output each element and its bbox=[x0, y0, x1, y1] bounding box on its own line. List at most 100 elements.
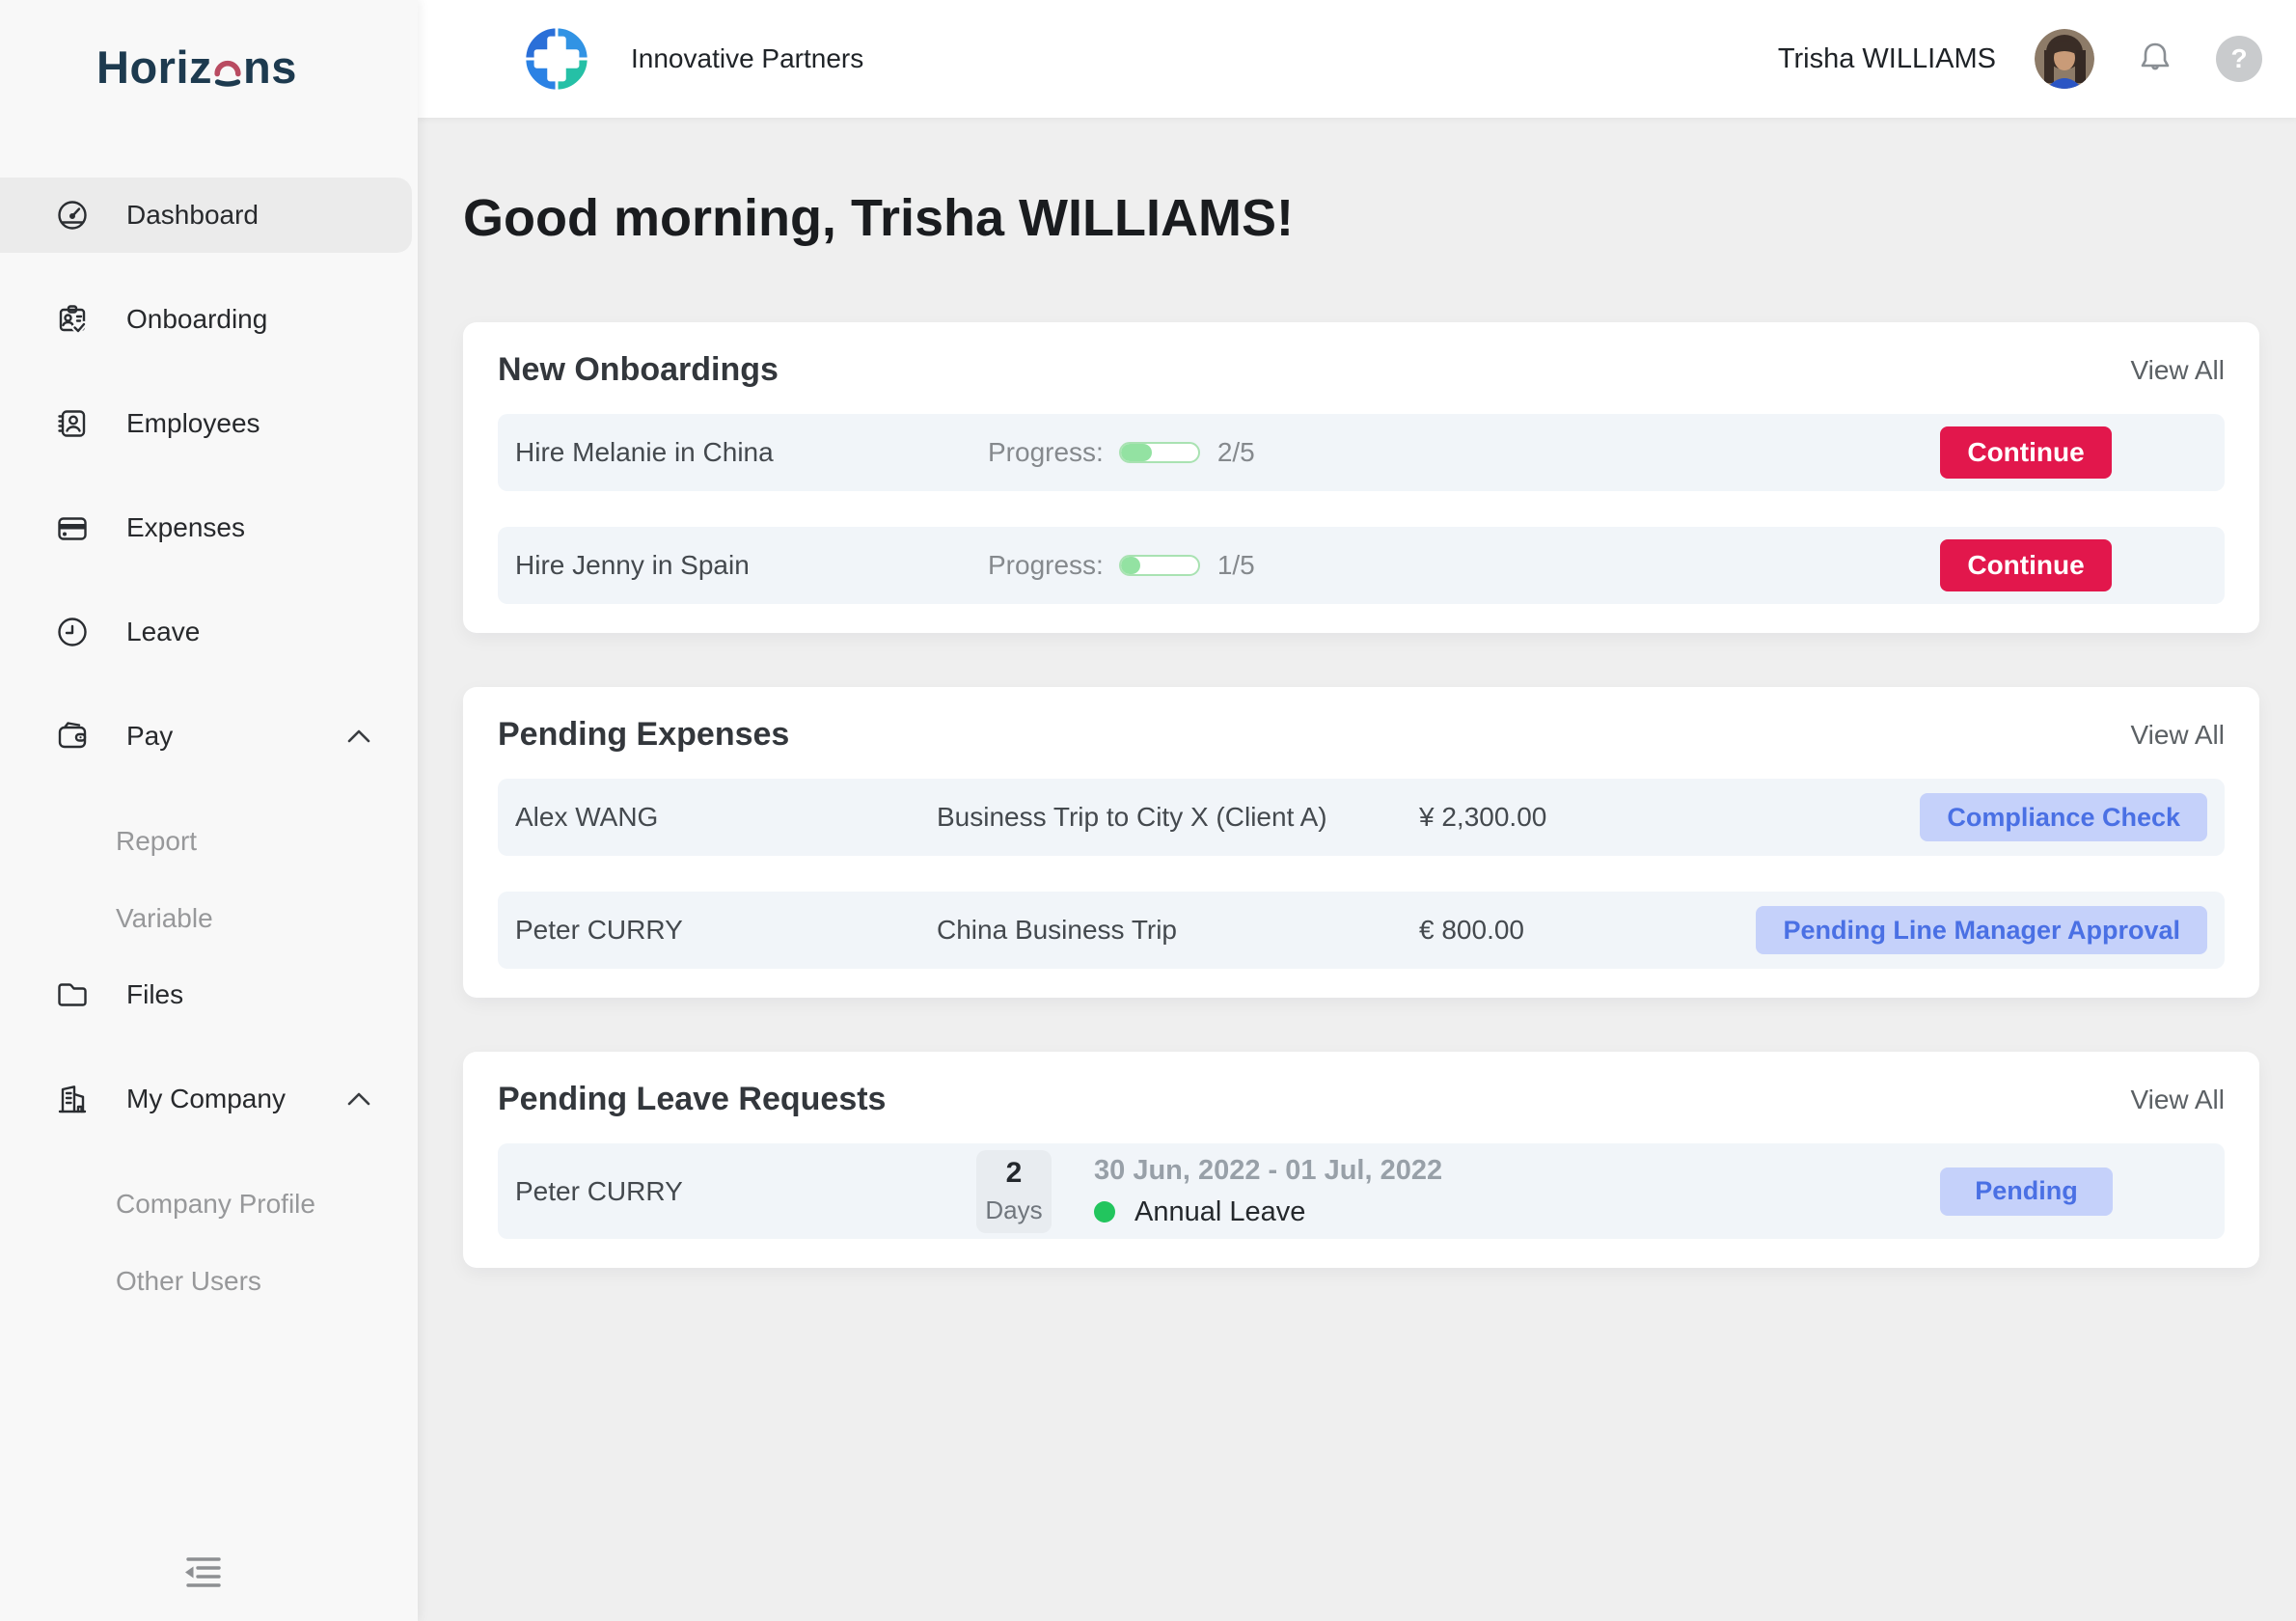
sidebar-item-label: Expenses bbox=[126, 512, 245, 543]
expense-status-badge[interactable]: Pending Line Manager Approval bbox=[1756, 906, 2207, 954]
progress-group: Progress: 1/5 bbox=[988, 550, 1940, 581]
user-name: Trisha WILLIAMS bbox=[1778, 43, 1996, 75]
progress-bar-fill bbox=[1121, 444, 1152, 461]
sidebar-item-pay[interactable]: Pay bbox=[0, 699, 418, 774]
pending-leave-card: Pending Leave Requests View All Peter CU… bbox=[463, 1052, 2259, 1268]
leave-type-label: Annual Leave bbox=[1134, 1196, 1305, 1228]
onboarding-row: Hire Melanie in China Progress: 2/5 Cont… bbox=[498, 414, 2225, 491]
top-bar: Innovative Partners Trisha WILLIAMS bbox=[418, 0, 2296, 118]
progress-label: Progress: bbox=[988, 550, 1104, 581]
progress-bar bbox=[1119, 442, 1200, 463]
company-block: Innovative Partners bbox=[519, 21, 863, 96]
chevron-up-icon bbox=[346, 1091, 371, 1107]
sidebar-item-label: Onboarding bbox=[126, 304, 267, 335]
horizons-logo: Horiz ns bbox=[0, 0, 418, 94]
new-onboardings-card: New Onboardings View All Hire Melanie in… bbox=[463, 322, 2259, 633]
progress-bar bbox=[1119, 555, 1200, 576]
sidebar-item-employees[interactable]: Employees bbox=[0, 386, 418, 461]
progress-fraction: 1/5 bbox=[1217, 550, 1255, 581]
progress-bar-fill bbox=[1121, 557, 1140, 574]
leave-type-dot-icon bbox=[1094, 1201, 1115, 1223]
chevron-up-icon bbox=[346, 728, 371, 744]
sidebar-subitem-variable[interactable]: Variable bbox=[0, 880, 418, 957]
contacts-icon bbox=[53, 404, 92, 443]
view-all-link[interactable]: View All bbox=[2130, 1085, 2225, 1115]
wallet-icon bbox=[53, 717, 92, 756]
continue-button[interactable]: Continue bbox=[1940, 539, 2112, 591]
expense-description: China Business Trip bbox=[937, 915, 1419, 946]
progress-label: Progress: bbox=[988, 437, 1104, 468]
leave-details: 30 Jun, 2022 - 01 Jul, 2022 Annual Leave bbox=[1094, 1155, 1940, 1228]
notifications-bell-icon[interactable] bbox=[2133, 37, 2177, 81]
leave-type: Annual Leave bbox=[1094, 1196, 1940, 1228]
collapse-sidebar-button[interactable] bbox=[178, 1552, 229, 1594]
question-mark-icon: ? bbox=[2230, 43, 2247, 74]
sidebar-item-leave[interactable]: Leave bbox=[0, 594, 418, 670]
onboarding-name: Hire Melanie in China bbox=[515, 437, 988, 468]
sidebar-item-my-company[interactable]: My Company bbox=[0, 1061, 418, 1137]
card-header: Pending Leave Requests View All bbox=[498, 1052, 2225, 1143]
company-logo-icon bbox=[519, 21, 594, 96]
credit-card-icon bbox=[53, 508, 92, 547]
sidebar-item-files[interactable]: Files bbox=[0, 957, 418, 1032]
logo-text-post: ns bbox=[243, 41, 297, 94]
app: Horiz ns Dashboard bbox=[0, 0, 2296, 1621]
sidebar-item-label: Dashboard bbox=[126, 200, 259, 231]
expense-amount: ¥ 2,300.00 bbox=[1419, 802, 1920, 833]
continue-button[interactable]: Continue bbox=[1940, 426, 2112, 479]
sidebar-item-label: Employees bbox=[126, 408, 260, 439]
greeting-heading: Good morning, Trisha WILLIAMS! bbox=[463, 188, 2259, 248]
sidebar-nav: Dashboard Onboarding bbox=[0, 178, 418, 1320]
expense-row: Alex WANG Business Trip to City X (Clien… bbox=[498, 779, 2225, 856]
view-all-link[interactable]: View All bbox=[2130, 720, 2225, 751]
sidebar-item-expenses[interactable]: Expenses bbox=[0, 490, 418, 565]
leave-request-row: Peter CURRY 2 Days 30 Jun, 2022 - 01 Jul… bbox=[498, 1143, 2225, 1239]
logo-o-icon bbox=[213, 53, 242, 88]
content-area: Innovative Partners Trisha WILLIAMS bbox=[418, 0, 2296, 1621]
help-button[interactable]: ? bbox=[2216, 36, 2262, 82]
onboarding-row: Hire Jenny in Spain Progress: 1/5 Contin… bbox=[498, 527, 2225, 604]
onboarding-name: Hire Jenny in Spain bbox=[515, 550, 988, 581]
sidebar-item-dashboard[interactable]: Dashboard bbox=[0, 178, 412, 253]
leave-days-box: 2 Days bbox=[976, 1150, 1052, 1233]
sidebar-item-label: Files bbox=[126, 979, 183, 1010]
card-title: Pending Expenses bbox=[498, 716, 789, 754]
clock-icon bbox=[53, 613, 92, 651]
sidebar-item-label: Leave bbox=[126, 617, 200, 647]
sidebar-subitem-report[interactable]: Report bbox=[0, 803, 418, 880]
card-title: Pending Leave Requests bbox=[498, 1081, 886, 1118]
expense-status-badge[interactable]: Compliance Check bbox=[1920, 793, 2207, 841]
expense-employee: Alex WANG bbox=[515, 802, 937, 833]
folder-icon bbox=[53, 975, 92, 1014]
main-panel: Good morning, Trisha WILLIAMS! New Onboa… bbox=[418, 118, 2296, 1621]
leave-date-range: 30 Jun, 2022 - 01 Jul, 2022 bbox=[1094, 1155, 1940, 1187]
leave-status-badge[interactable]: Pending bbox=[1940, 1168, 2113, 1216]
speedometer-icon bbox=[53, 196, 92, 234]
card-header: Pending Expenses View All bbox=[498, 687, 2225, 779]
sidebar: Horiz ns Dashboard bbox=[0, 0, 418, 1621]
user-avatar[interactable] bbox=[2035, 29, 2094, 89]
sidebar-item-onboarding[interactable]: Onboarding bbox=[0, 282, 418, 357]
leave-employee: Peter CURRY bbox=[515, 1176, 976, 1207]
expense-description: Business Trip to City X (Client A) bbox=[937, 802, 1419, 833]
card-title: New Onboardings bbox=[498, 351, 779, 389]
progress-group: Progress: 2/5 bbox=[988, 437, 1940, 468]
id-badge-icon bbox=[53, 300, 92, 339]
expense-employee: Peter CURRY bbox=[515, 915, 937, 946]
sidebar-subitem-company-profile[interactable]: Company Profile bbox=[0, 1166, 418, 1243]
collapse-sidebar-icon bbox=[178, 1552, 229, 1594]
expense-amount: € 800.00 bbox=[1419, 915, 1756, 946]
logo-text-pre: Horiz bbox=[96, 41, 212, 94]
view-all-link[interactable]: View All bbox=[2130, 355, 2225, 386]
building-icon bbox=[53, 1080, 92, 1118]
leave-days-label: Days bbox=[985, 1195, 1042, 1225]
progress-fraction: 2/5 bbox=[1217, 437, 1255, 468]
sidebar-subitem-other-users[interactable]: Other Users bbox=[0, 1243, 418, 1320]
expense-row: Peter CURRY China Business Trip € 800.00… bbox=[498, 892, 2225, 969]
card-header: New Onboardings View All bbox=[498, 322, 2225, 414]
company-name: Innovative Partners bbox=[631, 43, 863, 74]
sidebar-item-label: My Company bbox=[126, 1084, 286, 1114]
topbar-right: Trisha WILLIAMS bbox=[1778, 29, 2262, 89]
sidebar-item-label: Pay bbox=[126, 721, 173, 752]
pending-expenses-card: Pending Expenses View All Alex WANG Busi… bbox=[463, 687, 2259, 998]
